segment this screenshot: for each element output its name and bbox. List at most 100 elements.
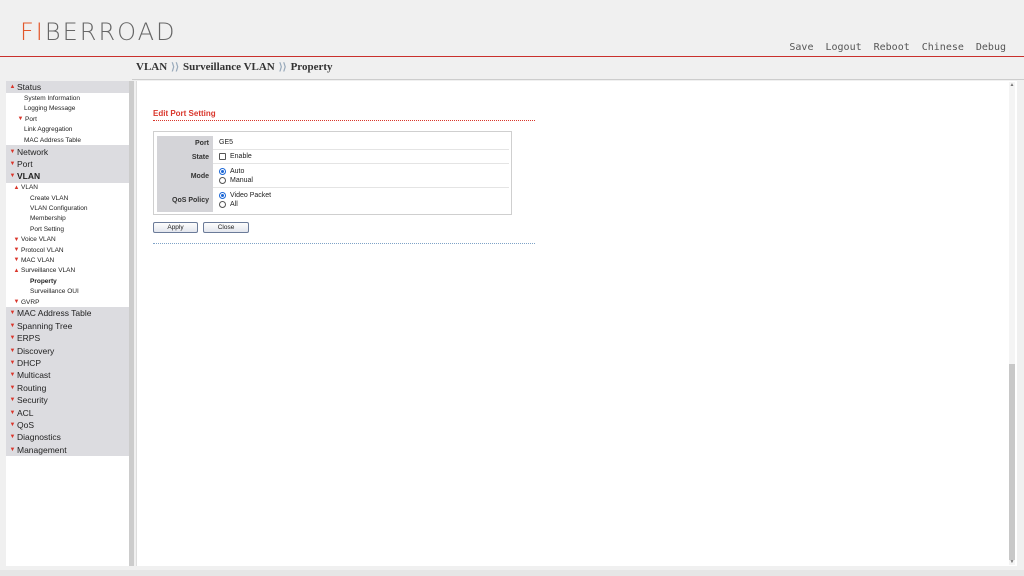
chevron-right-icon: ⟩⟩ [278, 61, 287, 73]
top-nav: Save Logout Reboot Chinese Debug [789, 42, 1006, 53]
sidebar-item-property[interactable]: Property [6, 276, 129, 287]
sidebar: ▲ Status System Information Logging Messa… [6, 81, 129, 566]
expand-arrow-icon: ▼ [9, 310, 16, 317]
expand-arrow-icon: ▼ [9, 421, 16, 428]
expand-arrow-icon: ▼ [9, 160, 16, 167]
sidebar-item-vlan-sub[interactable]: ▲ VLAN [6, 182, 129, 193]
sidebar-item-surveillance-vlan[interactable]: ▲ Surveillance VLAN [6, 265, 129, 277]
sidebar-item-erps[interactable]: ▼ ERPS [6, 331, 129, 345]
collapse-arrow-icon: ▲ [9, 84, 16, 91]
breadcrumb-vlan: VLAN [136, 61, 168, 73]
close-button[interactable]: Close [203, 222, 249, 233]
mode-auto-option[interactable]: Auto [219, 167, 509, 176]
breadcrumb-property: Property [290, 61, 333, 73]
mode-manual-radio[interactable] [219, 176, 226, 184]
sidebar-item-spanning-tree[interactable]: ▼ Spanning Tree [6, 319, 129, 332]
sidebar-item-discovery[interactable]: ▼ Discovery [6, 344, 129, 357]
sidebar-item-link-aggregation[interactable]: Link Aggregation [6, 124, 129, 135]
sidebar-item-routing[interactable]: ▼ Routing [6, 381, 129, 394]
qos-policy-label: QoS Policy [157, 188, 213, 212]
sidebar-item-vlan-configuration[interactable]: VLAN Configuration [6, 203, 129, 214]
sidebar-item-system-information[interactable]: System Information [6, 93, 129, 104]
sidebar-item-mac-vlan[interactable]: ▼ MAC VLAN [6, 255, 129, 266]
sidebar-item-mac-address-table[interactable]: ▼ MAC Address Table [6, 307, 129, 320]
reboot-link[interactable]: Reboot [874, 42, 910, 53]
save-link[interactable]: Save [789, 42, 813, 53]
sidebar-item-mac-address-table-status[interactable]: MAC Address Table [6, 134, 129, 146]
sidebar-item-voice-vlan[interactable]: ▼ Voice VLAN [6, 234, 129, 245]
footer-bar [0, 570, 1024, 576]
mode-row: Mode Auto Manual [157, 164, 509, 188]
expand-arrow-icon: ▼ [9, 173, 16, 180]
mode-manual-option[interactable]: Manual [219, 176, 509, 185]
sidebar-item-diagnostics[interactable]: ▼ Diagnostics [6, 431, 129, 444]
sidebar-item-vlan[interactable]: ▼ VLAN [6, 170, 129, 183]
sidebar-item-membership[interactable]: Membership [6, 213, 129, 225]
expand-arrow-icon: ▼ [9, 347, 16, 354]
scroll-up-icon[interactable]: ▲ [1009, 82, 1015, 88]
sidebar-item-qos[interactable]: ▼ QoS [6, 418, 129, 432]
expand-arrow-icon: ▼ [9, 372, 16, 379]
sidebar-item-management[interactable]: ▼ Management [6, 443, 129, 456]
sidebar-item-protocol-vlan[interactable]: ▼ Protocol VLAN [6, 244, 129, 256]
qos-video-radio[interactable] [219, 192, 226, 199]
sidebar-item-acl[interactable]: ▼ ACL [6, 406, 129, 419]
sidebar-item-port-setting[interactable]: Port Setting [6, 224, 129, 235]
expand-arrow-icon: ▼ [9, 384, 16, 391]
qos-all-radio[interactable] [219, 201, 226, 208]
state-label: State [157, 150, 213, 164]
port-row: Port GE5 [157, 136, 509, 150]
enable-checkbox[interactable] [219, 153, 226, 160]
scrollbar-thumb[interactable] [1009, 364, 1015, 560]
sidebar-item-status[interactable]: ▲ Status [6, 81, 129, 94]
expand-arrow-icon: ▼ [13, 236, 20, 243]
port-value: GE5 [213, 136, 509, 150]
section-divider [153, 120, 535, 121]
mode-label: Mode [157, 164, 213, 188]
qos-video-option[interactable]: Video Packet [219, 191, 509, 200]
scroll-down-icon[interactable]: ▼ [1009, 559, 1015, 565]
expand-arrow-icon: ▼ [9, 409, 16, 416]
expand-arrow-icon: ▼ [9, 335, 16, 342]
section-title: Edit Port Setting [153, 109, 216, 118]
sidebar-item-dhcp[interactable]: ▼ DHCP [6, 356, 129, 370]
debug-link[interactable]: Debug [976, 42, 1006, 53]
sidebar-item-port[interactable]: ▼ Port [6, 157, 129, 171]
port-label: Port [157, 136, 213, 150]
sidebar-item-logging-message[interactable]: Logging Message [6, 103, 129, 115]
fiberroad-logo: FIBERROAD [20, 18, 177, 46]
chinese-link[interactable]: Chinese [922, 42, 964, 53]
sidebar-item-gvrp[interactable]: ▼ GVRP [6, 296, 129, 308]
qos-all-option[interactable]: All [219, 200, 509, 209]
port-setting-form: Port GE5 State Enable Mode Auto Manual Q… [153, 131, 512, 215]
mode-auto-radio[interactable] [219, 167, 226, 175]
sidebar-splitter[interactable] [129, 81, 134, 566]
sidebar-item-surveillance-oui[interactable]: Surveillance OUI [6, 286, 129, 297]
collapse-arrow-icon: ▲ [13, 267, 20, 274]
sidebar-item-network[interactable]: ▼ Network [6, 145, 129, 158]
breadcrumb-surveillance-vlan: Surveillance VLAN [182, 61, 275, 73]
expand-arrow-icon: ▼ [9, 322, 16, 329]
expand-arrow-icon: ▼ [17, 116, 24, 123]
sidebar-item-create-vlan[interactable]: Create VLAN [6, 192, 129, 204]
main-scrollbar[interactable]: ▲ ▼ [1009, 82, 1015, 565]
expand-arrow-icon: ▼ [13, 299, 20, 305]
qos-policy-row: QoS Policy Video Packet All [157, 188, 509, 212]
state-row: State Enable [157, 150, 509, 164]
sidebar-item-security[interactable]: ▼ Security [6, 393, 129, 407]
header-bar: FIBERROAD Save Logout Reboot Chinese Deb… [0, 0, 1024, 57]
collapse-arrow-icon: ▲ [13, 184, 20, 191]
sidebar-item-status-port[interactable]: ▼ Port [6, 114, 129, 125]
expand-arrow-icon: ▼ [9, 359, 16, 366]
apply-button[interactable]: Apply [153, 222, 198, 233]
sidebar-item-multicast[interactable]: ▼ Multicast [6, 369, 129, 382]
expand-arrow-icon: ▼ [9, 446, 16, 453]
breadcrumb-divider [132, 79, 1024, 80]
expand-arrow-icon: ▼ [13, 257, 20, 264]
state-enable-option[interactable]: Enable [219, 152, 509, 161]
expand-arrow-icon: ▼ [9, 148, 16, 155]
section-divider-bottom [153, 243, 535, 244]
logout-link[interactable]: Logout [825, 42, 861, 53]
breadcrumb: VLAN ⟩⟩ Surveillance VLAN ⟩⟩ Property [136, 61, 333, 73]
expand-arrow-icon: ▼ [9, 397, 16, 404]
